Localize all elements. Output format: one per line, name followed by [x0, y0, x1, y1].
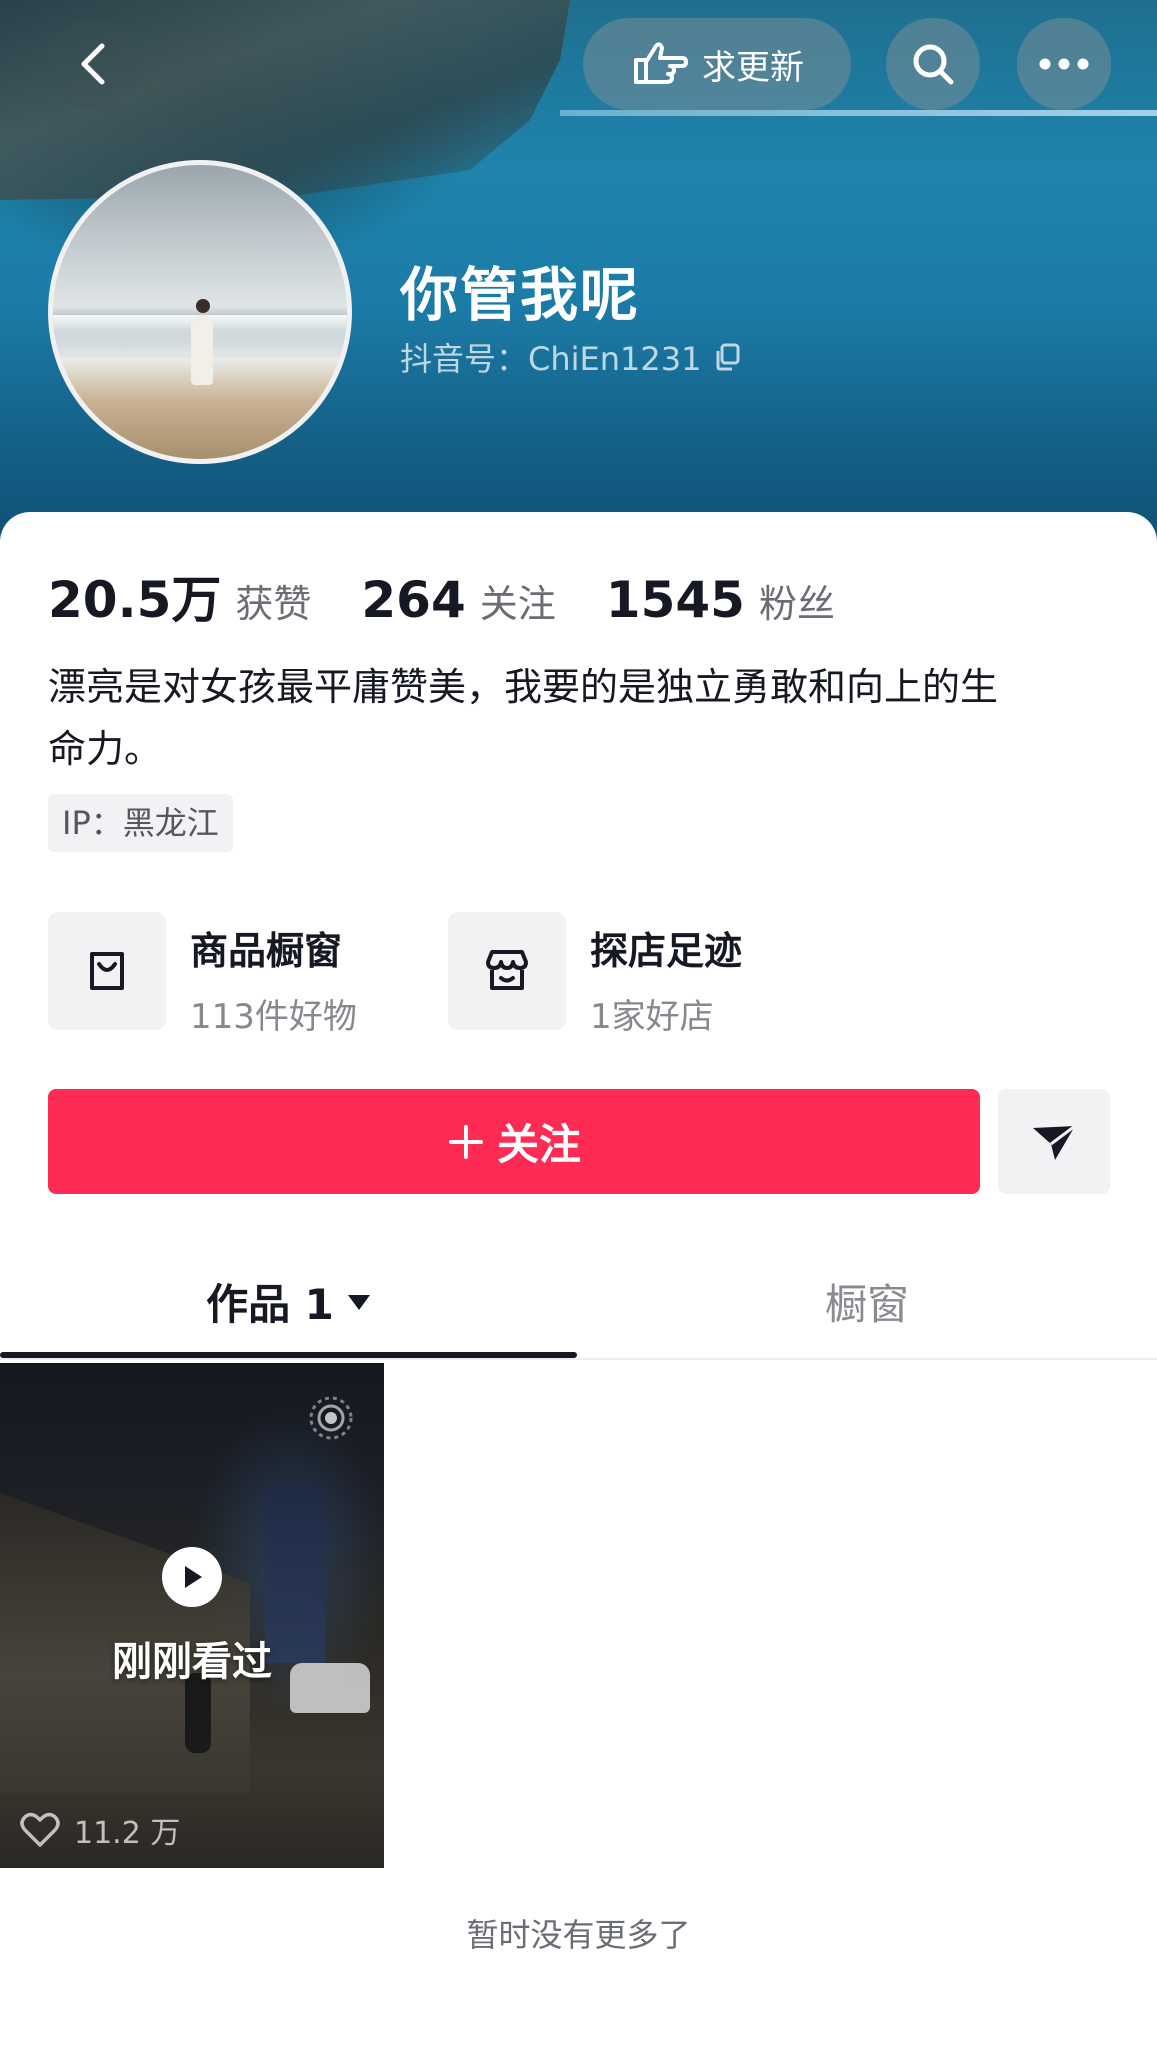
active-tab-indicator: [0, 1352, 577, 1358]
request-update-label: 求更新: [702, 47, 804, 88]
stat-value: 20.5万: [48, 571, 222, 629]
username: 你管我呢: [400, 261, 641, 329]
stat-value: 264: [361, 571, 466, 629]
more-button[interactable]: [1017, 18, 1111, 110]
bio: 漂亮是对女孩最平庸赞美，我要的是独立勇敢和向上的生 命力。: [48, 656, 1108, 780]
product-showcase-entry[interactable]: 商品橱窗 113件好物: [48, 912, 357, 1038]
bio-line: 漂亮是对女孩最平庸赞美，我要的是独立勇敢和向上的生: [48, 665, 999, 709]
search-icon: [913, 44, 954, 85]
video-likes: 11.2 万: [20, 1808, 180, 1852]
banner-horizon: [560, 110, 1157, 116]
douyin-id-text: 抖音号：ChiEn1231: [400, 340, 702, 378]
store-visits-entry[interactable]: 探店足迹 1家好店: [448, 912, 742, 1038]
more-dots-icon: [1039, 58, 1089, 70]
tab-showcase-label: 橱窗: [824, 1280, 909, 1329]
video-likes-count: 11.2 万: [74, 1816, 181, 1851]
content-tabs: 作品 1 橱窗: [0, 1245, 1157, 1360]
tab-works[interactable]: 作品 1: [0, 1245, 578, 1358]
play-button[interactable]: [162, 1547, 222, 1607]
recently-viewed-label: 刚刚看过: [112, 1639, 272, 1685]
stat-value: 1545: [605, 571, 745, 629]
stats-row: 20.5万 获赞 264 关注 1545 粉丝: [48, 560, 885, 632]
tab-showcase[interactable]: 橱窗: [578, 1245, 1156, 1358]
feature-subtitle: 1家好店: [590, 997, 714, 1037]
feature-text: 商品橱窗 113件好物: [190, 912, 357, 1038]
douyin-id[interactable]: 抖音号：ChiEn1231: [400, 334, 741, 380]
request-update-button[interactable]: 求更新: [583, 18, 851, 110]
stat-followers[interactable]: 1545 粉丝: [606, 571, 835, 629]
follow-label: 关注: [496, 1120, 581, 1169]
video-thumbnail[interactable]: 刚刚看过 11.2 万: [0, 1363, 384, 1868]
stat-following[interactable]: 264 关注: [361, 571, 555, 629]
back-button[interactable]: [48, 18, 140, 110]
feature-text: 探店足迹 1家好店: [590, 912, 742, 1038]
follow-button[interactable]: 关注: [48, 1089, 980, 1194]
search-button[interactable]: [886, 18, 980, 110]
copy-icon[interactable]: [713, 342, 741, 372]
avatar-figure: [191, 299, 213, 385]
avatar[interactable]: [48, 160, 352, 464]
feature-icon-box: [48, 912, 166, 1030]
plus-icon: [448, 1124, 483, 1159]
live-broadcast-icon: [309, 1396, 353, 1440]
play-icon: [185, 1566, 202, 1588]
chevron-left-icon: [81, 43, 105, 85]
no-more-content-note: 暂时没有更多了: [466, 1916, 691, 1954]
feature-subtitle: 113件好物: [190, 997, 357, 1037]
tab-works-label: 作品 1: [206, 1280, 334, 1329]
send-message-button[interactable]: [998, 1089, 1110, 1194]
caret-down-icon[interactable]: [346, 1292, 372, 1312]
store-icon: [486, 950, 528, 990]
bio-line: 命力。: [48, 727, 163, 771]
pointing-hand-icon: [634, 42, 688, 84]
heart-icon: [20, 1812, 60, 1847]
feature-title: 探店足迹: [590, 929, 743, 973]
feature-icon-box: [448, 912, 566, 1030]
stat-label: 获赞: [235, 582, 312, 626]
shopping-bag-icon: [90, 952, 124, 990]
paper-plane-icon: [1033, 1124, 1076, 1160]
ip-location-tag: IP：黑龙江: [48, 794, 233, 852]
stat-label: 粉丝: [758, 582, 835, 626]
profile-page: 求更新 你管我呢 抖音号：ChiEn1231 20.5万 获赞 264 关注 1…: [0, 0, 1157, 2048]
stat-likes[interactable]: 20.5万 获赞: [48, 560, 311, 632]
stat-label: 关注: [479, 582, 556, 626]
feature-title: 商品橱窗: [190, 929, 343, 973]
